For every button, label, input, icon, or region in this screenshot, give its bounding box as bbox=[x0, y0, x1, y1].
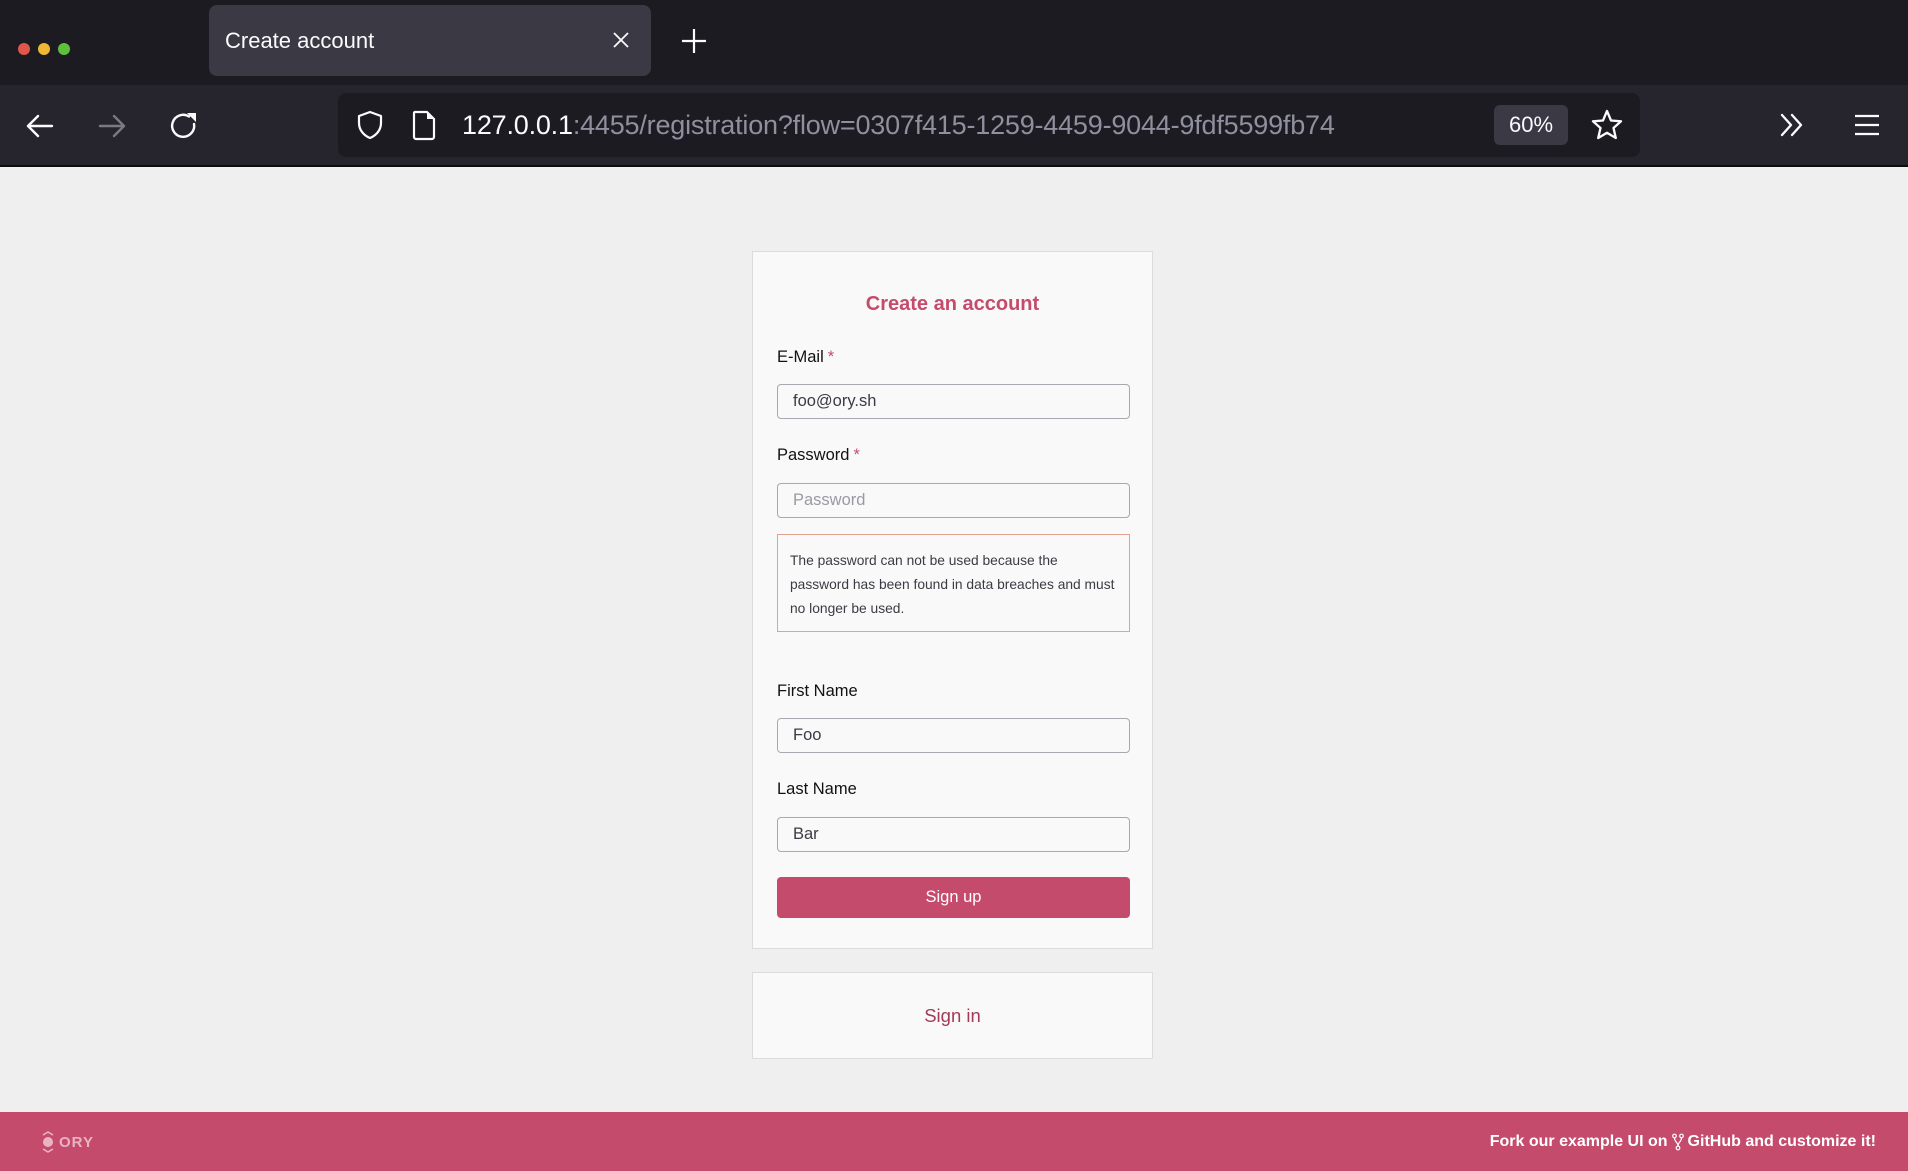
email-label-text: E-Mail bbox=[777, 348, 824, 366]
tab-title: Create account bbox=[225, 28, 375, 53]
window-maximize-button[interactable] bbox=[58, 43, 70, 55]
cta-prefix: Fork our example UI on bbox=[1489, 1133, 1668, 1150]
password-label: Password * bbox=[777, 446, 860, 465]
password-input[interactable] bbox=[777, 483, 1130, 518]
email-input[interactable] bbox=[777, 384, 1130, 419]
registration-card: Create an account E-Mail* Password* The … bbox=[752, 251, 1153, 949]
first-name-input[interactable] bbox=[777, 718, 1130, 753]
required-marker: * bbox=[853, 446, 860, 464]
url-path: :4455/registration?flow=0307f415-1259-44… bbox=[572, 110, 1335, 140]
plus-icon[interactable] bbox=[680, 27, 708, 55]
first-name-label: First Name bbox=[777, 682, 858, 701]
footer-banner: ORY Fork our example UI on GitHub and cu… bbox=[0, 1112, 1908, 1171]
password-error-message: The password can not be used because the… bbox=[777, 534, 1130, 632]
git-fork-icon bbox=[1671, 1133, 1684, 1150]
ory-logo-icon bbox=[42, 1131, 54, 1153]
arrow-left-icon[interactable] bbox=[24, 110, 56, 142]
shield-icon[interactable] bbox=[354, 109, 386, 141]
ory-logo[interactable]: ORY bbox=[41, 1129, 94, 1155]
window-close-button[interactable] bbox=[18, 43, 30, 55]
window-minimize-button[interactable] bbox=[38, 43, 50, 55]
last-name-input[interactable] bbox=[777, 817, 1130, 852]
sign-up-button[interactable]: Sign up bbox=[777, 877, 1130, 918]
first-name-label-text: First Name bbox=[777, 682, 858, 700]
url-bar[interactable]: 127.0.0.1:4455/registration?flow=0307f41… bbox=[338, 93, 1640, 157]
zoom-level-badge[interactable]: 60% bbox=[1494, 105, 1568, 145]
sign-in-card: Sign in bbox=[752, 972, 1153, 1059]
hamburger-menu-icon[interactable] bbox=[1852, 110, 1882, 140]
browser-tab-strip: Create account bbox=[0, 0, 1908, 85]
fork-on-github-link[interactable]: Fork our example UI on GitHub and custom… bbox=[1490, 1112, 1876, 1171]
email-label: E-Mail * bbox=[777, 348, 834, 367]
close-icon[interactable] bbox=[611, 30, 631, 50]
url-host: 127.0.0.1 bbox=[462, 110, 573, 140]
url-text[interactable]: 127.0.0.1:4455/registration?flow=0307f41… bbox=[462, 93, 1335, 157]
reload-icon[interactable] bbox=[168, 110, 200, 142]
required-marker: * bbox=[827, 348, 835, 366]
last-name-label: Last Name bbox=[777, 780, 857, 799]
double-chevron-right-icon[interactable] bbox=[1778, 110, 1808, 140]
page-title: Create an account bbox=[865, 293, 1040, 315]
page-icon[interactable] bbox=[410, 109, 438, 141]
sign-in-link[interactable]: Sign in bbox=[753, 973, 1152, 1058]
ory-logo-text: ORY bbox=[59, 1133, 94, 1151]
browser-tab-active[interactable]: Create account bbox=[209, 5, 651, 76]
cta-suffix: GitHub and customize it! bbox=[1687, 1133, 1876, 1150]
star-icon[interactable] bbox=[1590, 108, 1624, 142]
arrow-right-icon[interactable] bbox=[96, 110, 128, 142]
last-name-label-text: Last Name bbox=[777, 780, 857, 798]
password-label-text: Password bbox=[777, 446, 850, 464]
toolbar-divider bbox=[0, 165, 1908, 167]
